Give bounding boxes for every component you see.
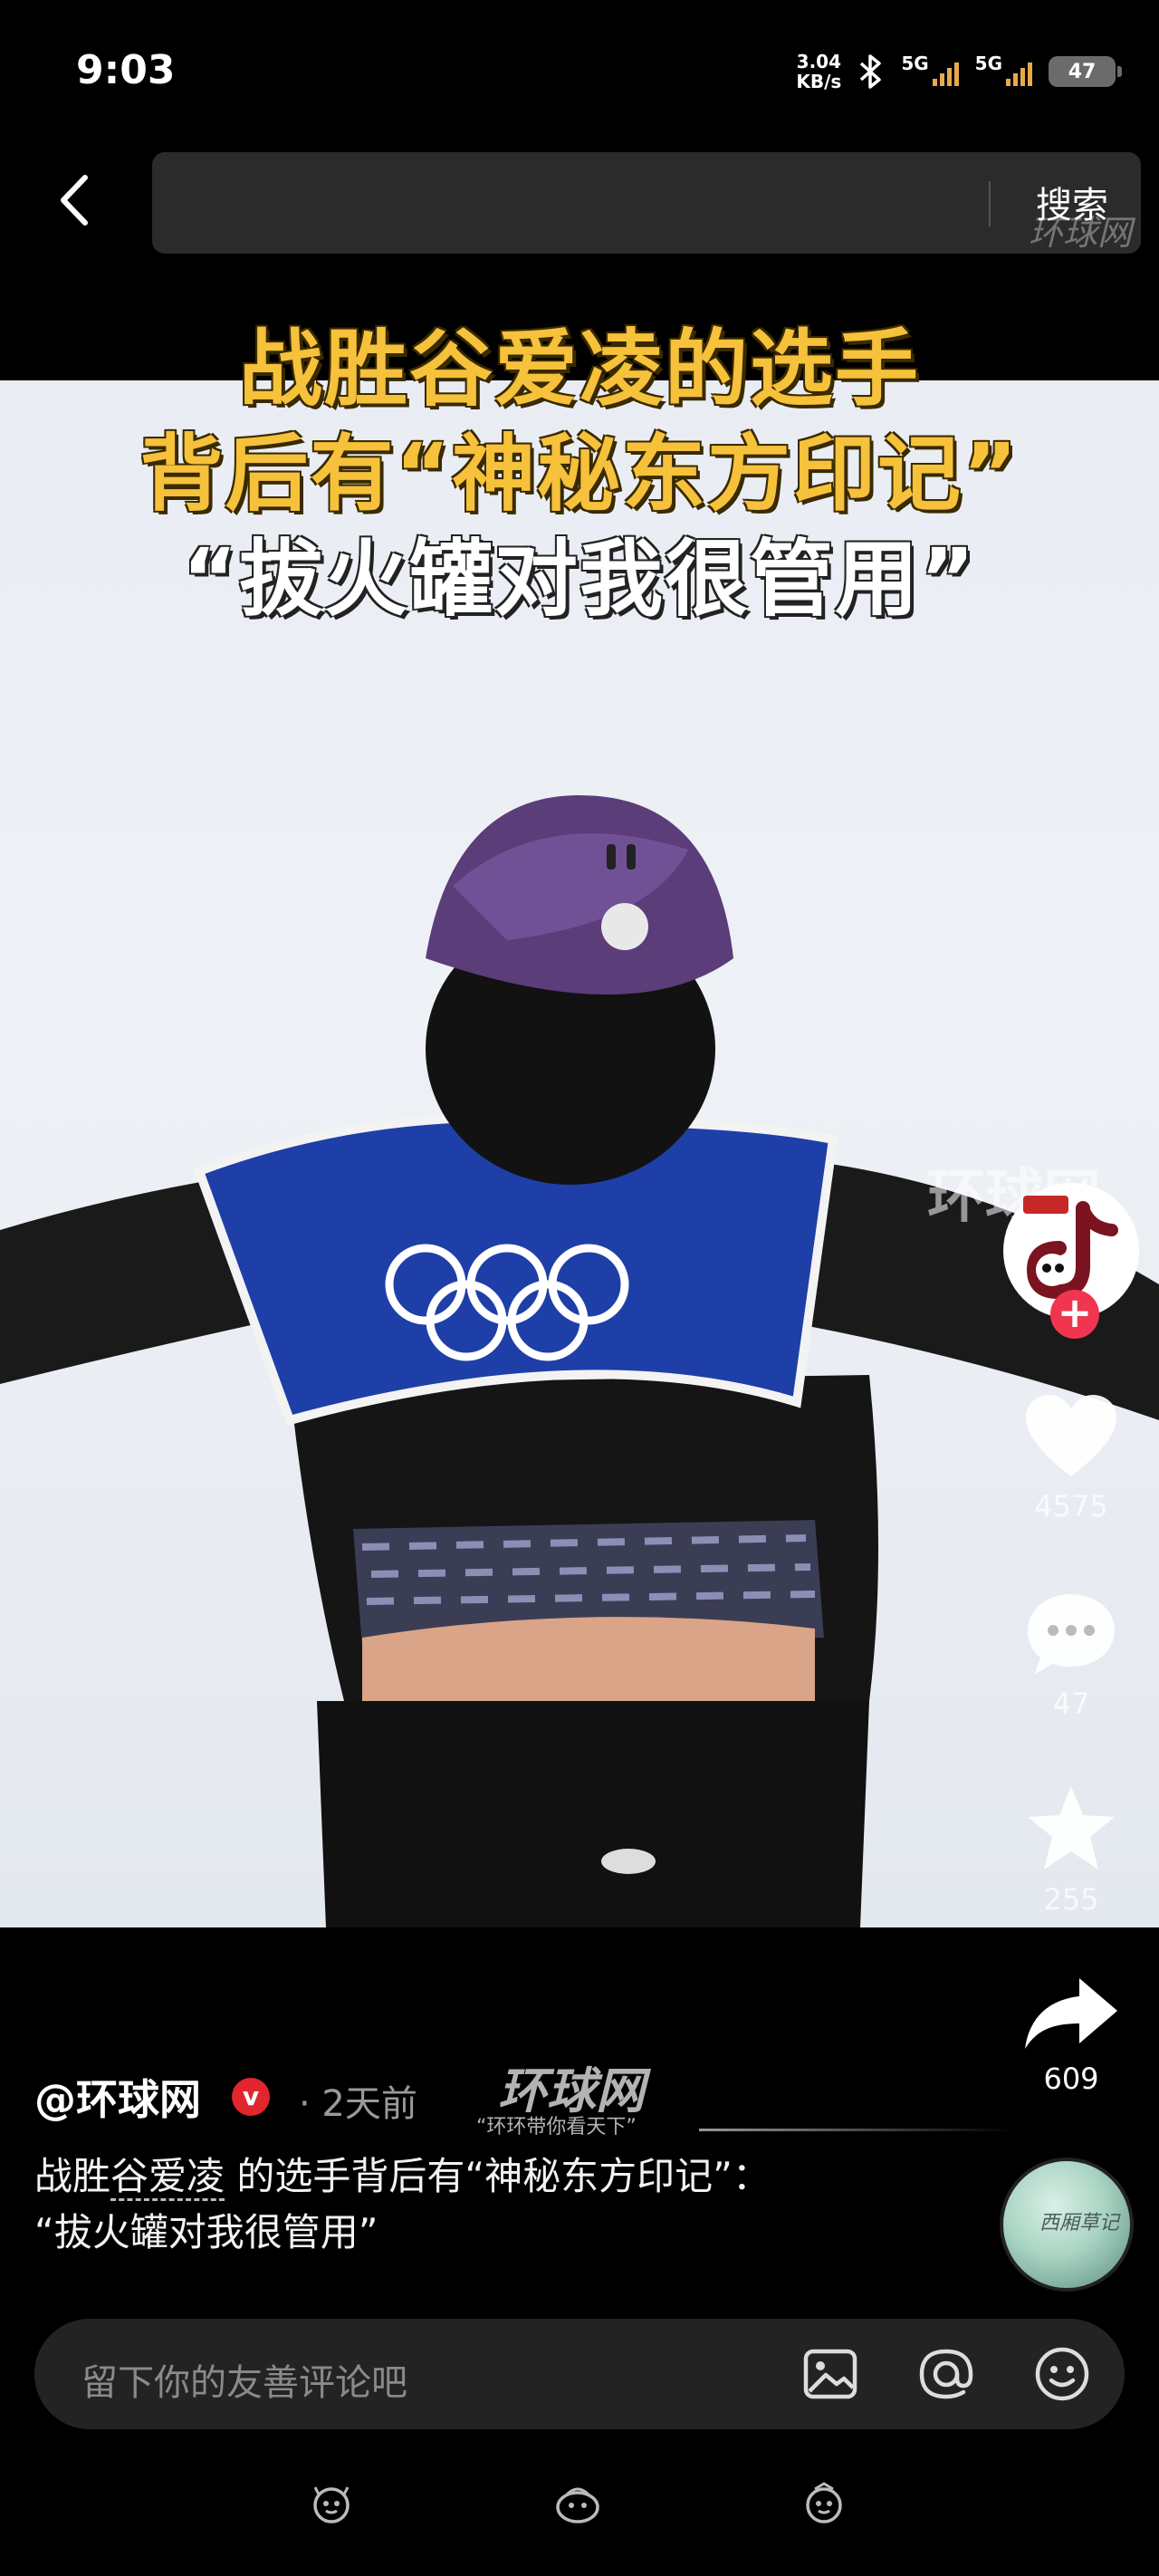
nav-face-right-icon[interactable] [799,2478,849,2529]
status-time: 9:03 [76,47,176,93]
search-input[interactable]: 搜索 环球网 [152,152,1141,254]
star-icon [1028,1786,1115,1870]
search-divider [989,181,991,226]
headline-line-2: 背后有“神秘东方印记” [139,426,1020,523]
image-icon[interactable] [799,2342,862,2406]
nav-face-center-icon[interactable] [552,2478,603,2529]
headline-line-3: “拔火罐对我很管用” [182,531,977,628]
verified-badge: v [232,2078,270,2116]
emoji-icon[interactable] [1030,2342,1094,2406]
bluetooth-icon [860,54,882,89]
share-count: 609 [1043,2062,1099,2096]
comment-button[interactable]: 47 [1003,1591,1139,1721]
favorite-button[interactable]: 255 [1003,1783,1139,1917]
network-speed-value: 3.04 [796,51,842,72]
comment-placeholder: 留下你的友善评论吧 [81,2362,407,2404]
share-arrow-icon [1025,1978,1117,2049]
back-arrow-icon[interactable] [47,168,101,232]
video-caption[interactable]: 战胜谷爱凌 的选手背后有“神秘东方印记”： “拔火罐对我很管用” [34,2148,849,2261]
signal-bars-icon [1006,57,1032,86]
video-headline: 战胜谷爱凌的选手 背后有“神秘东方印记” “拔火罐对我很管用” [0,317,1159,632]
headline-line-1: 战胜谷爱凌的选手 [238,321,920,418]
status-bar: 9:03 3.04 KB/s 5G 5G 47 [0,0,1159,145]
caption-name-link[interactable]: 谷爱凌 [110,2154,225,2201]
nav-face-left-icon[interactable] [306,2478,357,2529]
comment-count: 47 [1052,1687,1090,1721]
battery-level: 47 [1068,60,1097,83]
post-time: · 2天前 [299,2083,417,2125]
caption-watermark-sub: “环环带你看天下” [476,2116,637,2139]
music-disc[interactable]: 西厢草记 [1000,2158,1134,2292]
caption-prefix: 战胜 [34,2154,111,2198]
author-avatar[interactable]: + [1003,1183,1139,1339]
like-button[interactable]: 4575 [1003,1393,1139,1523]
favorite-count: 255 [1043,1882,1099,1917]
caption-rest: 的选手背后有“神秘东方印记”： [225,2154,771,2198]
watermark-line [699,2129,1016,2131]
share-button[interactable]: 609 [1003,1975,1139,2096]
caption-line-1: 战胜谷爱凌 的选手背后有“神秘东方印记”： [34,2148,849,2205]
like-count: 4575 [1034,1489,1108,1523]
author-name[interactable]: @环球网 [34,2067,201,2127]
sim2-signal: 5G [975,53,1032,86]
status-indicators: 3.04 KB/s 5G 5G 47 [796,49,1122,94]
follow-plus-button[interactable]: + [1050,1290,1099,1339]
heart-icon [1026,1395,1116,1476]
comment-bubble-icon [1028,1594,1115,1674]
search-watermark: 环球网 [1028,213,1132,253]
music-cover-text: 西厢草记 [1039,2212,1120,2235]
mention-icon[interactable] [915,2342,978,2406]
sim2-label: 5G [974,53,1002,74]
network-speed: 3.04 KB/s [796,52,841,91]
signal-bars-icon [932,57,959,86]
network-speed-unit: KB/s [796,71,842,92]
sim1-signal: 5G [901,53,959,86]
caption-line-2: “拔火罐对我很管用” [34,2210,378,2254]
sim1-label: 5G [901,53,929,74]
battery-icon: 47 [1049,56,1122,87]
comment-input[interactable]: 留下你的友善评论吧 [34,2319,1125,2429]
